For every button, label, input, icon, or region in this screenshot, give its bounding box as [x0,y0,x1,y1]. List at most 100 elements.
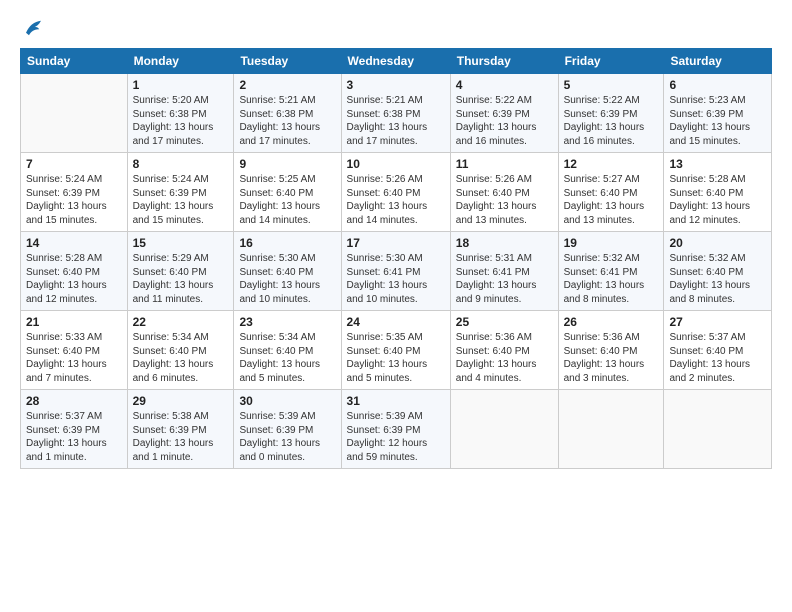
day-number: 18 [456,236,553,250]
day-info: Sunrise: 5:31 AM Sunset: 6:41 PM Dayligh… [456,252,553,306]
calendar-cell: 16 Sunrise: 5:30 AM Sunset: 6:40 PM Dayli… [234,232,341,311]
day-info: Sunrise: 5:39 AM Sunset: 6:39 PM Dayligh… [239,410,335,464]
week-row-2: 7 Sunrise: 5:24 AM Sunset: 6:39 PM Daylig… [21,153,772,232]
calendar-cell: 17 Sunrise: 5:30 AM Sunset: 6:41 PM Dayli… [341,232,450,311]
day-info: Sunrise: 5:28 AM Sunset: 6:40 PM Dayligh… [26,252,122,306]
calendar-cell: 18 Sunrise: 5:31 AM Sunset: 6:41 PM Dayli… [450,232,558,311]
day-info: Sunrise: 5:29 AM Sunset: 6:40 PM Dayligh… [133,252,229,306]
calendar-cell: 4 Sunrise: 5:22 AM Sunset: 6:39 PM Daylig… [450,74,558,153]
day-number: 6 [669,78,766,92]
week-row-5: 28Sunrise: 5:37 AM Sunset: 6:39 PM Dayli… [21,390,772,469]
calendar-header-row: SundayMondayTuesdayWednesdayThursdayFrid… [21,49,772,74]
calendar-cell: 12 Sunrise: 5:27 AM Sunset: 6:40 PM Dayli… [558,153,664,232]
day-number: 13 [669,157,766,171]
day-number: 25 [456,315,553,329]
day-info: Sunrise: 5:39 AM Sunset: 6:39 PM Dayligh… [347,410,445,464]
calendar-cell: 10 Sunrise: 5:26 AM Sunset: 6:40 PM Dayli… [341,153,450,232]
calendar-cell: 2Sunrise: 5:21 AM Sunset: 6:38 PM Daylig… [234,74,341,153]
calendar-cell: 24 Sunrise: 5:35 AM Sunset: 6:40 PM Dayli… [341,311,450,390]
calendar-cell [450,390,558,469]
day-info: Sunrise: 5:26 AM Sunset: 6:40 PM Dayligh… [347,173,445,227]
day-info: Sunrise: 5:25 AM Sunset: 6:40 PM Dayligh… [239,173,335,227]
day-number: 10 [347,157,445,171]
day-header-monday: Monday [127,49,234,74]
logo-bird-icon [20,16,44,40]
day-number: 27 [669,315,766,329]
day-header-tuesday: Tuesday [234,49,341,74]
calendar-cell: 28Sunrise: 5:37 AM Sunset: 6:39 PM Dayli… [21,390,128,469]
day-number: 4 [456,78,553,92]
logo [20,16,48,40]
day-info: Sunrise: 5:27 AM Sunset: 6:40 PM Dayligh… [564,173,659,227]
day-info: Sunrise: 5:20 AM Sunset: 6:38 PM Dayligh… [133,94,229,148]
day-info: Sunrise: 5:24 AM Sunset: 6:39 PM Dayligh… [26,173,122,227]
calendar-cell: 22 Sunrise: 5:34 AM Sunset: 6:40 PM Dayli… [127,311,234,390]
calendar-cell: 31 Sunrise: 5:39 AM Sunset: 6:39 PM Dayli… [341,390,450,469]
calendar-cell: 13 Sunrise: 5:28 AM Sunset: 6:40 PM Dayli… [664,153,772,232]
calendar-cell: 15 Sunrise: 5:29 AM Sunset: 6:40 PM Dayli… [127,232,234,311]
calendar-cell: 23Sunrise: 5:34 AM Sunset: 6:40 PM Dayli… [234,311,341,390]
day-number: 19 [564,236,659,250]
day-number: 8 [133,157,229,171]
calendar-cell: 6 Sunrise: 5:23 AM Sunset: 6:39 PM Daylig… [664,74,772,153]
calendar: SundayMondayTuesdayWednesdayThursdayFrid… [20,48,772,469]
day-number: 20 [669,236,766,250]
day-number: 14 [26,236,122,250]
calendar-cell: 25 Sunrise: 5:36 AM Sunset: 6:40 PM Dayli… [450,311,558,390]
day-info: Sunrise: 5:36 AM Sunset: 6:40 PM Dayligh… [456,331,553,385]
day-number: 12 [564,157,659,171]
day-info: Sunrise: 5:22 AM Sunset: 6:39 PM Dayligh… [456,94,553,148]
day-info: Sunrise: 5:26 AM Sunset: 6:40 PM Dayligh… [456,173,553,227]
day-number: 21 [26,315,122,329]
calendar-cell: 27 Sunrise: 5:37 AM Sunset: 6:40 PM Dayli… [664,311,772,390]
calendar-cell: 8 Sunrise: 5:24 AM Sunset: 6:39 PM Daylig… [127,153,234,232]
week-row-4: 21 Sunrise: 5:33 AM Sunset: 6:40 PM Dayli… [21,311,772,390]
day-header-wednesday: Wednesday [341,49,450,74]
day-number: 22 [133,315,229,329]
calendar-cell [21,74,128,153]
day-info: Sunrise: 5:30 AM Sunset: 6:41 PM Dayligh… [347,252,445,306]
calendar-cell: 20Sunrise: 5:32 AM Sunset: 6:40 PM Dayli… [664,232,772,311]
day-number: 7 [26,157,122,171]
page: SundayMondayTuesdayWednesdayThursdayFrid… [0,0,792,612]
calendar-cell: 5Sunrise: 5:22 AM Sunset: 6:39 PM Daylig… [558,74,664,153]
calendar-cell [664,390,772,469]
day-info: Sunrise: 5:36 AM Sunset: 6:40 PM Dayligh… [564,331,659,385]
calendar-cell [558,390,664,469]
day-info: Sunrise: 5:37 AM Sunset: 6:40 PM Dayligh… [669,331,766,385]
week-row-1: 1 Sunrise: 5:20 AM Sunset: 6:38 PM Daylig… [21,74,772,153]
day-info: Sunrise: 5:28 AM Sunset: 6:40 PM Dayligh… [669,173,766,227]
day-info: Sunrise: 5:34 AM Sunset: 6:40 PM Dayligh… [133,331,229,385]
calendar-cell: 3Sunrise: 5:21 AM Sunset: 6:38 PM Daylig… [341,74,450,153]
day-info: Sunrise: 5:33 AM Sunset: 6:40 PM Dayligh… [26,331,122,385]
day-info: Sunrise: 5:35 AM Sunset: 6:40 PM Dayligh… [347,331,445,385]
day-number: 16 [239,236,335,250]
day-number: 29 [133,394,229,408]
day-number: 1 [133,78,229,92]
day-info: Sunrise: 5:23 AM Sunset: 6:39 PM Dayligh… [669,94,766,148]
day-number: 31 [347,394,445,408]
day-info: Sunrise: 5:32 AM Sunset: 6:41 PM Dayligh… [564,252,659,306]
day-number: 24 [347,315,445,329]
calendar-cell: 11Sunrise: 5:26 AM Sunset: 6:40 PM Dayli… [450,153,558,232]
day-number: 26 [564,315,659,329]
calendar-cell: 19 Sunrise: 5:32 AM Sunset: 6:41 PM Dayli… [558,232,664,311]
day-number: 3 [347,78,445,92]
day-info: Sunrise: 5:30 AM Sunset: 6:40 PM Dayligh… [239,252,335,306]
day-info: Sunrise: 5:24 AM Sunset: 6:39 PM Dayligh… [133,173,229,227]
day-number: 15 [133,236,229,250]
day-number: 17 [347,236,445,250]
calendar-cell: 14 Sunrise: 5:28 AM Sunset: 6:40 PM Dayli… [21,232,128,311]
calendar-cell: 30Sunrise: 5:39 AM Sunset: 6:39 PM Dayli… [234,390,341,469]
week-row-3: 14 Sunrise: 5:28 AM Sunset: 6:40 PM Dayli… [21,232,772,311]
calendar-cell: 7 Sunrise: 5:24 AM Sunset: 6:39 PM Daylig… [21,153,128,232]
day-number: 9 [239,157,335,171]
day-header-thursday: Thursday [450,49,558,74]
day-number: 2 [239,78,335,92]
header [20,16,772,40]
calendar-cell: 21 Sunrise: 5:33 AM Sunset: 6:40 PM Dayli… [21,311,128,390]
day-info: Sunrise: 5:34 AM Sunset: 6:40 PM Dayligh… [239,331,335,385]
day-header-friday: Friday [558,49,664,74]
calendar-cell: 9 Sunrise: 5:25 AM Sunset: 6:40 PM Daylig… [234,153,341,232]
day-info: Sunrise: 5:38 AM Sunset: 6:39 PM Dayligh… [133,410,229,464]
